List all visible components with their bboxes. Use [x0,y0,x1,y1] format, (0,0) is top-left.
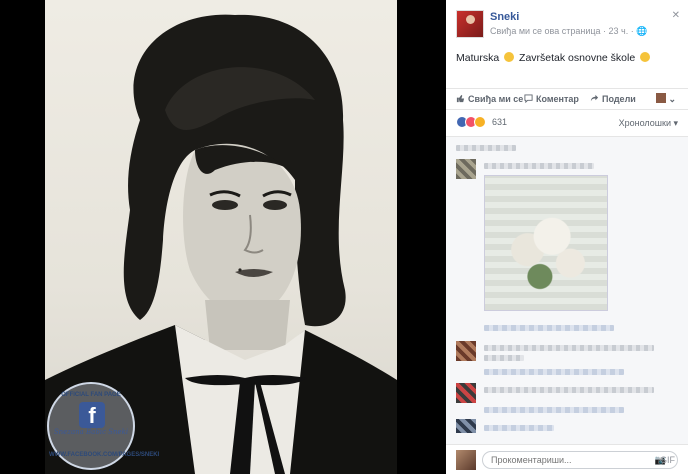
comments-list [446,136,688,444]
share-button[interactable]: Подели [590,94,636,104]
fan-page-watermark: OFFICIAL FAN PAGE f Snezana Babic Sneki … [47,382,160,470]
smile-emoji-icon [504,52,515,62]
watermark-name: Snezana Babic Sneki [53,428,129,436]
redacted-comment-text [484,345,654,351]
smile-emoji-icon [640,52,651,62]
share-label: Подели [602,94,636,104]
post-actions-bar: Свиђа ми се Коментар Подели ⌄ [446,88,688,110]
comment-composer: 📷 GIF [446,444,688,474]
comment-photo-bouquet[interactable] [484,175,608,311]
commenter-avatar[interactable] [456,383,476,403]
redacted-comment-links [484,407,624,413]
comment-icon [524,94,533,103]
photo-stage: OFFICIAL FAN PAGE f Snezana Babic Sneki … [0,0,446,474]
post-text-part2: Završetak osnovne škole [519,52,636,64]
author-avatar[interactable] [456,10,484,38]
photo-viewer: OFFICIAL FAN PAGE f Snezana Babic Sneki … [0,0,688,474]
like-label: Свиђа ми се [468,94,524,104]
redacted-comment-links [484,325,614,331]
watermark-url: WWW.FACEBOOK.COM/PAGES/SNEKI [49,452,160,458]
redacted-comment-text [484,355,524,361]
share-icon [590,94,599,102]
post-side-panel: Sneki Свиђа ми се ова страница · 23 ч. ·… [446,0,688,474]
redacted-comment-text [484,387,654,393]
post-header: Sneki Свиђа ми се ова страница · 23 ч. ·… [456,10,680,40]
like-button[interactable]: Свиђа ми се [456,94,523,104]
comment-label: Коментар [536,94,579,104]
redacted-comment-links [484,369,624,375]
watermark-top-text: OFFICIAL FAN PAGE [61,392,121,398]
author-name[interactable]: Sneki [490,11,519,23]
post-meta: Свиђа ми се ова страница · 23 ч. · 🌐 [490,26,648,36]
page-avatar-selector[interactable]: ⌄ [656,93,676,105]
facebook-logo-icon: f [79,402,105,428]
redacted-text [456,145,516,151]
redacted-comment-links [484,425,554,431]
commenter-avatar[interactable] [456,419,476,433]
post-text-part1: Maturska [456,52,500,64]
close-icon[interactable]: ✕ [672,10,680,21]
comment-input[interactable] [482,451,678,469]
commenter-avatar[interactable] [456,341,476,361]
thumbs-up-icon [456,94,465,103]
reaction-count: 631 [492,117,508,127]
comment-button[interactable]: Коментар [524,94,579,104]
wow-reaction-icon [474,116,486,128]
gif-icon[interactable]: GIF [660,455,675,465]
comment-sort-dropdown[interactable]: Хронолошки ▾ [619,118,678,129]
redacted-comment-text [484,163,594,169]
post-text: Maturska Završetak osnovne škole [456,52,652,64]
page-avatar-icon [656,93,666,103]
commenter-avatar[interactable] [456,159,476,179]
chevron-down-icon: ⌄ [668,94,677,104]
current-user-avatar [456,450,476,470]
